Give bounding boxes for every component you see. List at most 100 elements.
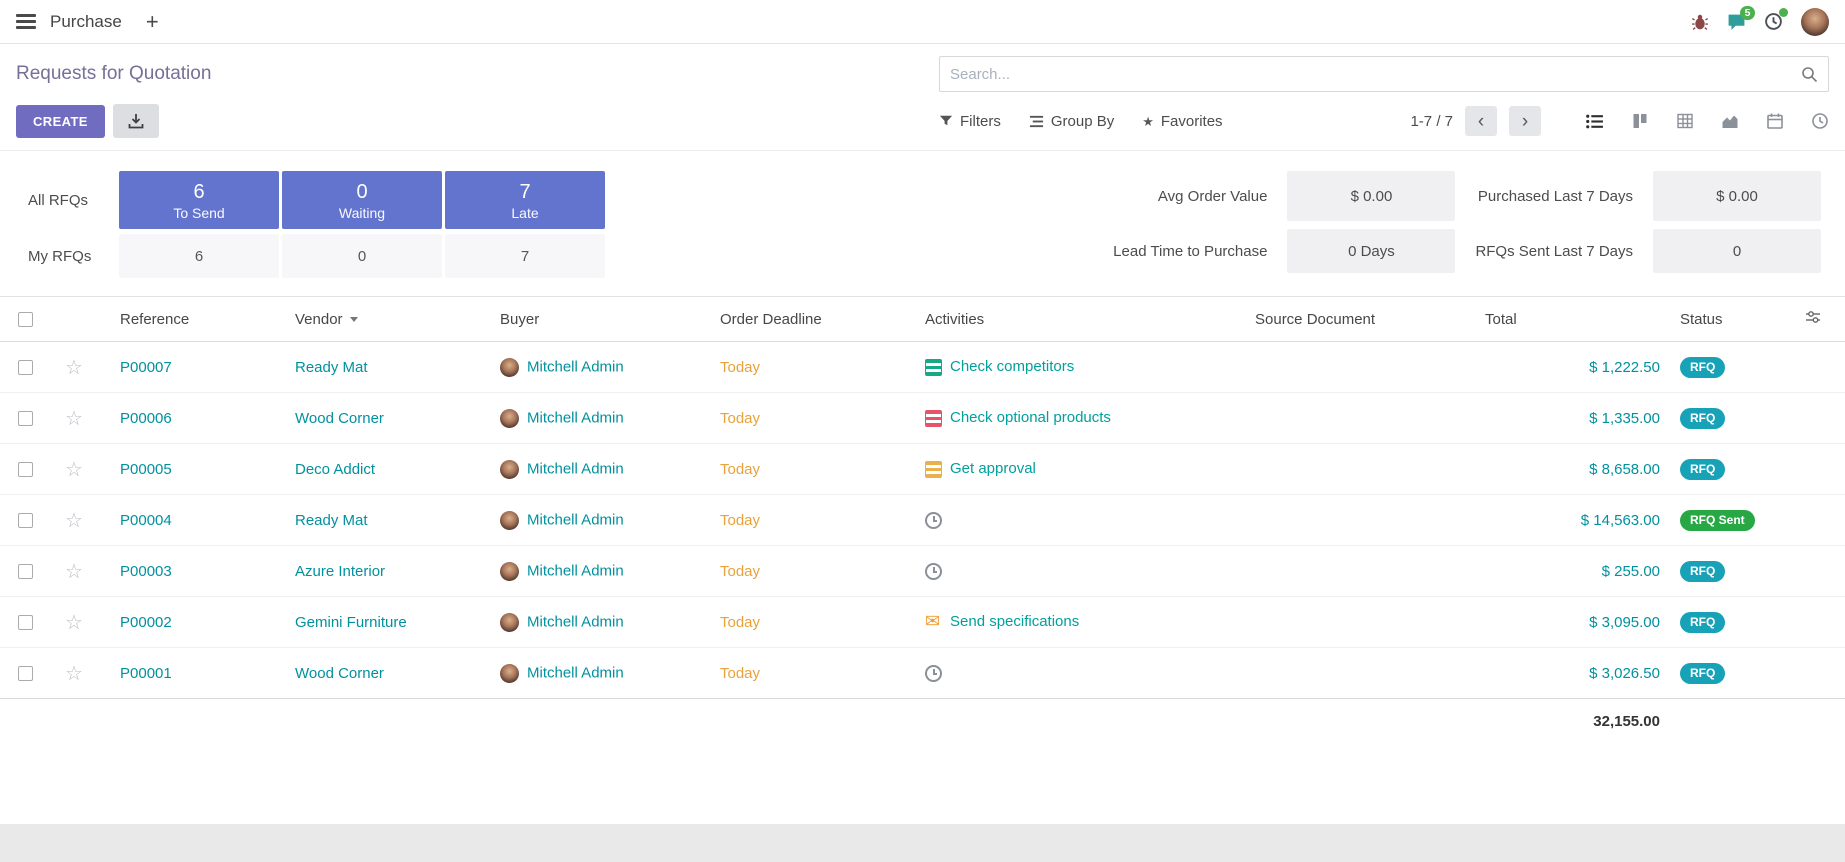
activity-icon[interactable] — [925, 512, 942, 529]
messages-icon[interactable]: 5 — [1727, 13, 1746, 31]
pager-range[interactable]: 1-7 / 7 — [1410, 113, 1453, 130]
row-checkbox[interactable] — [18, 564, 33, 579]
kpi-lead-time[interactable]: 0 Days — [1287, 229, 1455, 273]
stat-to-send-all[interactable]: 6 To Send — [119, 171, 279, 229]
favorite-star-icon[interactable] — [65, 463, 83, 480]
activity-icon[interactable] — [925, 563, 942, 580]
row-checkbox[interactable] — [18, 513, 33, 528]
buyer-link[interactable]: Mitchell Admin — [527, 664, 624, 681]
filters-button[interactable]: Filters — [939, 113, 1001, 130]
table-row[interactable]: P00003 Azure Interior Mitchell Admin Tod… — [0, 546, 1845, 597]
row-checkbox[interactable] — [18, 411, 33, 426]
row-checkbox[interactable] — [18, 462, 33, 477]
column-header-deadline[interactable]: Order Deadline — [710, 297, 915, 342]
stat-late-my[interactable]: 7 — [445, 234, 605, 278]
favorite-star-icon[interactable] — [65, 565, 83, 582]
view-switcher — [1585, 112, 1829, 131]
column-header-total[interactable]: Total — [1475, 297, 1670, 342]
activity-view-button[interactable] — [1811, 112, 1829, 130]
vendor-link[interactable]: Wood Corner — [295, 410, 384, 427]
column-header-buyer[interactable]: Buyer — [490, 297, 710, 342]
stat-to-send-my[interactable]: 6 — [119, 234, 279, 278]
pager-next-button[interactable] — [1509, 106, 1541, 136]
list-view-button[interactable] — [1585, 112, 1604, 131]
reference-link[interactable]: P00003 — [120, 563, 172, 580]
activity-label[interactable]: Check competitors — [950, 358, 1074, 375]
vendor-link[interactable]: Ready Mat — [295, 359, 368, 376]
kpi-rfqs-sent[interactable]: 0 — [1653, 229, 1821, 273]
kanban-view-button[interactable] — [1631, 112, 1649, 130]
vendor-link[interactable]: Deco Addict — [295, 461, 375, 478]
debug-bug-icon[interactable] — [1691, 13, 1709, 31]
plus-icon[interactable] — [146, 11, 159, 33]
stat-waiting-all[interactable]: 0 Waiting — [282, 171, 442, 229]
row-checkbox[interactable] — [18, 615, 33, 630]
reference-link[interactable]: P00006 — [120, 410, 172, 427]
activity-label[interactable]: Check optional products — [950, 409, 1111, 426]
table-row[interactable]: P00007 Ready Mat Mitchell Admin Today Ch… — [0, 342, 1845, 393]
graph-view-button[interactable] — [1721, 112, 1739, 130]
buyer-link[interactable]: Mitchell Admin — [527, 511, 624, 528]
pivot-view-button[interactable] — [1676, 112, 1694, 130]
activity-icon[interactable] — [925, 410, 942, 427]
stat-late-all[interactable]: 7 Late — [445, 171, 605, 229]
table-row[interactable]: P00001 Wood Corner Mitchell Admin Today … — [0, 648, 1845, 699]
column-header-vendor[interactable]: Vendor — [285, 297, 490, 342]
select-all-checkbox[interactable] — [18, 312, 33, 327]
table-row[interactable]: P00002 Gemini Furniture Mitchell Admin T… — [0, 597, 1845, 648]
reference-link[interactable]: P00007 — [120, 359, 172, 376]
reference-link[interactable]: P00001 — [120, 665, 172, 682]
optional-columns-toggle[interactable] — [1795, 297, 1845, 342]
activity-icon[interactable] — [925, 614, 942, 631]
app-name[interactable]: Purchase — [50, 12, 122, 32]
row-checkbox[interactable] — [18, 360, 33, 375]
column-header-reference[interactable]: Reference — [110, 297, 285, 342]
favorite-star-icon[interactable] — [65, 514, 83, 531]
row-checkbox[interactable] — [18, 666, 33, 681]
buyer-link[interactable]: Mitchell Admin — [527, 460, 624, 477]
vendor-link[interactable]: Ready Mat — [295, 512, 368, 529]
reference-link[interactable]: P00004 — [120, 512, 172, 529]
search-input[interactable] — [950, 66, 1801, 83]
favorite-star-icon[interactable] — [65, 412, 83, 429]
vendor-link[interactable]: Wood Corner — [295, 665, 384, 682]
activity-label[interactable]: Send specifications — [950, 613, 1079, 630]
table-row[interactable]: P00005 Deco Addict Mitchell Admin Today … — [0, 444, 1845, 495]
activity-label[interactable]: Get approval — [950, 460, 1036, 477]
calendar-view-button[interactable] — [1766, 112, 1784, 130]
source-document — [1245, 342, 1475, 393]
order-deadline: Today — [720, 359, 760, 376]
activity-icon[interactable] — [925, 359, 942, 376]
apps-menu-icon[interactable] — [16, 14, 36, 29]
kpi-avg-order-value[interactable]: $ 0.00 — [1287, 171, 1455, 221]
column-header-source[interactable]: Source Document — [1245, 297, 1475, 342]
buyer-link[interactable]: Mitchell Admin — [527, 562, 624, 579]
table-row[interactable]: P00006 Wood Corner Mitchell Admin Today … — [0, 393, 1845, 444]
buyer-link[interactable]: Mitchell Admin — [527, 409, 624, 426]
buyer-link[interactable]: Mitchell Admin — [527, 358, 624, 375]
user-avatar[interactable] — [1801, 8, 1829, 36]
table-row[interactable]: P00004 Ready Mat Mitchell Admin Today $ … — [0, 495, 1845, 546]
column-header-activities[interactable]: Activities — [915, 297, 1245, 342]
favorite-star-icon[interactable] — [65, 667, 83, 684]
pager-previous-button[interactable] — [1465, 106, 1497, 136]
vendor-link[interactable]: Azure Interior — [295, 563, 385, 580]
buyer-link[interactable]: Mitchell Admin — [527, 613, 624, 630]
kpi-purchased-7-days[interactable]: $ 0.00 — [1653, 171, 1821, 221]
stat-waiting-my[interactable]: 0 — [282, 234, 442, 278]
column-header-status[interactable]: Status — [1670, 297, 1795, 342]
favorite-star-icon[interactable] — [65, 616, 83, 633]
favorites-button[interactable]: Favorites — [1142, 113, 1222, 130]
search-box[interactable] — [939, 56, 1829, 92]
activity-icon[interactable] — [925, 461, 942, 478]
activity-icon[interactable] — [925, 665, 942, 682]
export-button[interactable] — [113, 104, 159, 138]
favorite-star-icon[interactable] — [65, 361, 83, 378]
reference-link[interactable]: P00005 — [120, 461, 172, 478]
create-button[interactable]: CREATE — [16, 105, 105, 138]
total-amount: $ 14,563.00 — [1581, 512, 1660, 529]
activities-clock-icon[interactable] — [1764, 12, 1783, 31]
vendor-link[interactable]: Gemini Furniture — [295, 614, 407, 631]
group-by-button[interactable]: Group By — [1029, 113, 1114, 130]
reference-link[interactable]: P00002 — [120, 614, 172, 631]
